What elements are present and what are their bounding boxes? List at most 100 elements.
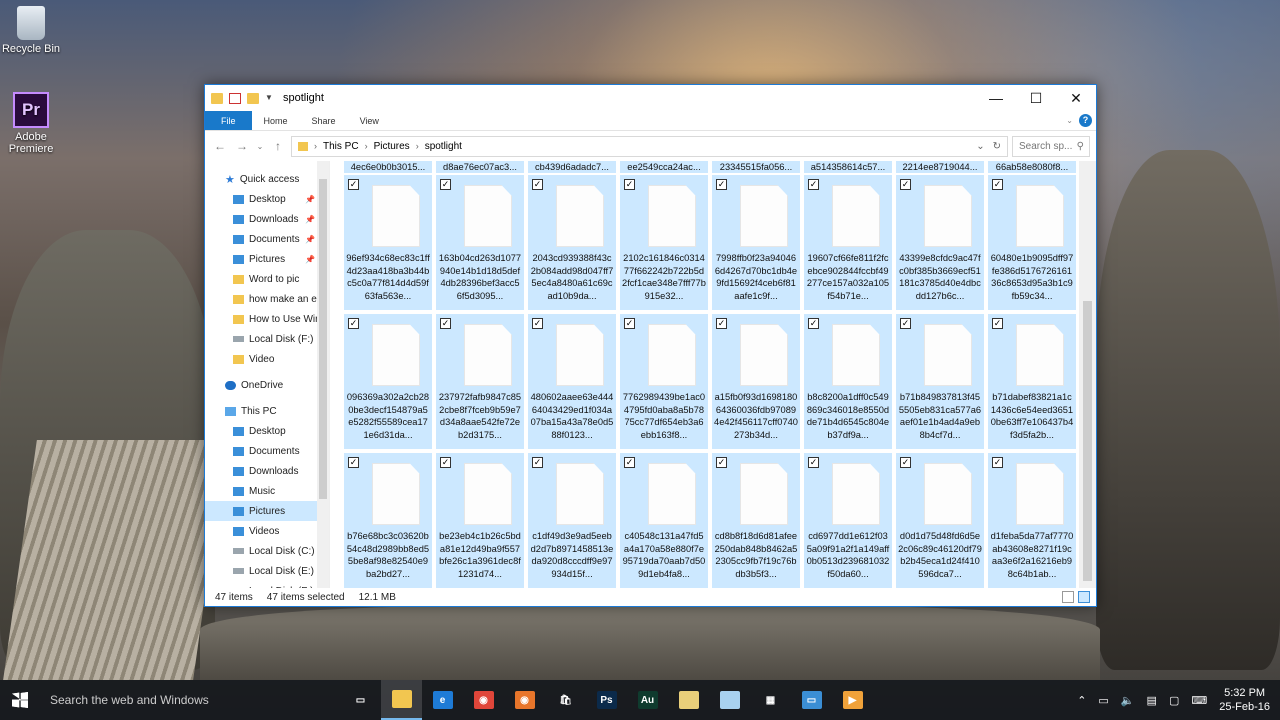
file-item[interactable]: ✓ 60480e1b9095dff97fe386d517672616136c865… — [988, 175, 1076, 310]
taskbar-chrome-button[interactable]: ◉ — [463, 680, 504, 720]
select-checkbox[interactable]: ✓ — [348, 318, 359, 329]
desktop-icon-recycle-bin[interactable]: Recycle Bin — [0, 6, 62, 55]
file-item[interactable]: ✓ 163b04cd263d1077940e14b1d18d5def4db2839… — [436, 175, 524, 310]
select-checkbox[interactable]: ✓ — [440, 457, 451, 468]
select-checkbox[interactable]: ✓ — [900, 457, 911, 468]
select-checkbox[interactable]: ✓ — [440, 318, 451, 329]
taskbar-photoshop-button[interactable]: Ps — [586, 680, 627, 720]
nav-this-pc[interactable]: This PC — [205, 401, 329, 421]
file-item[interactable]: ✓ b8c8200a1dff0c549869c346018e8550dde71b4… — [804, 314, 892, 449]
address-bar[interactable]: › This PC › Pictures › spotlight ⌄ ↻ — [291, 135, 1008, 157]
sidebar-item-local-disk-f[interactable]: Local Disk (F:) — [205, 329, 329, 349]
sidebar-item-how-make-an-ey[interactable]: how make an ey — [205, 289, 329, 309]
file-item[interactable]: ✓ 7762989439be1ac04795fd0aba8a5b7875cc77d… — [620, 314, 708, 449]
select-checkbox[interactable]: ✓ — [716, 179, 727, 190]
file-item[interactable]: ✓ d1feba5da77af7770ab43608e8271f19caa3e6f… — [988, 453, 1076, 588]
taskbar-calculator-button[interactable]: ▦ — [750, 680, 791, 720]
taskbar-media-player-button[interactable]: ▶ — [832, 680, 873, 720]
file-item[interactable]: ✓ c40548c131a47fd5a4a170a58e880f7e95719da… — [620, 453, 708, 588]
file-item[interactable]: ✓ b71b849837813f455505eb831ca577a6aef01e1… — [896, 314, 984, 449]
file-item[interactable]: ✓ b76e68bc3c03620b54c48d2989bb8ed55be8af9… — [344, 453, 432, 588]
file-item[interactable]: ✓ 2102c161846c031477f662242b722b5d2fcf1ca… — [620, 175, 708, 310]
start-button[interactable] — [0, 680, 40, 720]
sidebar-item-local-disk-e[interactable]: Local Disk (E:) — [205, 561, 329, 581]
file-item[interactable]: ✓ be23eb4c1b26c5bda81e12d49ba9f557bfe26c1… — [436, 453, 524, 588]
select-checkbox[interactable]: ✓ — [716, 457, 727, 468]
file-item[interactable]: ✓ 480602aaee63e44464043429ed1f034a07ba15a… — [528, 314, 616, 449]
address-dropdown-icon[interactable]: ⌄ — [976, 141, 984, 152]
select-checkbox[interactable]: ✓ — [808, 318, 819, 329]
show-hidden-icons[interactable]: ⌃ — [1077, 694, 1086, 707]
sidebar-item-how-to-use-wir[interactable]: How to Use Wir — [205, 309, 329, 329]
select-checkbox[interactable]: ✓ — [624, 318, 635, 329]
content-scroll-thumb[interactable] — [1083, 301, 1092, 581]
select-checkbox[interactable]: ✓ — [624, 457, 635, 468]
taskbar-store-button[interactable]: 🛍 — [545, 680, 586, 720]
file-item[interactable]: ✓ 96ef934c68ec83c1ff4d23aa418ba3b44bc5c0a… — [344, 175, 432, 310]
taskbar-notepad-button[interactable] — [709, 680, 750, 720]
sidebar-item-local-disk-c[interactable]: Local Disk (C:) — [205, 541, 329, 561]
close-button[interactable]: ✕ — [1056, 85, 1096, 111]
nav-scroll-thumb[interactable] — [319, 179, 327, 499]
title-bar[interactable]: ▼ spotlight — ☐ ✕ — [205, 85, 1096, 111]
volume-icon[interactable]: 🔈 — [1121, 694, 1135, 707]
sidebar-item-pictures[interactable]: Pictures — [205, 501, 329, 521]
network-icon[interactable]: ▤ — [1147, 694, 1157, 707]
forward-button[interactable]: → — [233, 139, 251, 153]
sidebar-item-music[interactable]: Music — [205, 481, 329, 501]
sidebar-item-desktop[interactable]: Desktop — [205, 421, 329, 441]
taskbar-file-explorer-button[interactable] — [381, 680, 422, 720]
select-checkbox[interactable]: ✓ — [992, 179, 1003, 190]
help-icon[interactable]: ? — [1079, 114, 1092, 127]
file-item[interactable]: 66ab58e8080f8... — [988, 161, 1076, 173]
file-item[interactable]: a514358614c57... — [804, 161, 892, 173]
sidebar-item-word-to-pic[interactable]: Word to pic — [205, 269, 329, 289]
breadcrumb-spotlight[interactable]: spotlight — [425, 141, 462, 152]
sidebar-item-videos[interactable]: Videos — [205, 521, 329, 541]
sidebar-item-video[interactable]: Video — [205, 349, 329, 369]
refresh-icon[interactable]: ↻ — [993, 141, 1001, 152]
nav-scrollbar[interactable] — [317, 161, 329, 588]
select-checkbox[interactable]: ✓ — [992, 318, 1003, 329]
tab-share[interactable]: Share — [300, 111, 348, 130]
select-checkbox[interactable]: ✓ — [348, 457, 359, 468]
breadcrumb-pictures[interactable]: Pictures — [374, 141, 410, 152]
details-view-icon[interactable] — [1062, 591, 1074, 603]
content-scrollbar[interactable] — [1079, 161, 1096, 588]
file-item[interactable]: ✓ 2043cd939388f43c2b084add98d047ff75ec4a8… — [528, 175, 616, 310]
select-checkbox[interactable]: ✓ — [532, 179, 543, 190]
keyboard-icon[interactable]: ⌨ — [1191, 694, 1207, 707]
file-item[interactable]: 4ec6e0b0b3015... — [344, 161, 432, 173]
taskbar-edge-button[interactable]: e — [422, 680, 463, 720]
file-item[interactable]: ✓ b71dabef83821a1c1436c6e54eed36510be63ff… — [988, 314, 1076, 449]
recent-locations-icon[interactable]: ⌄ — [255, 142, 265, 151]
nav-quick-access[interactable]: ★ Quick access — [205, 169, 329, 189]
sidebar-item-documents[interactable]: Documents 📌 — [205, 229, 329, 249]
chevron-down-icon[interactable]: ▼ — [265, 93, 273, 104]
select-checkbox[interactable]: ✓ — [992, 457, 1003, 468]
file-item[interactable]: ee2549cca24ac... — [620, 161, 708, 173]
sidebar-item-documents[interactable]: Documents — [205, 441, 329, 461]
select-checkbox[interactable]: ✓ — [348, 179, 359, 190]
up-button[interactable]: ↑ — [269, 139, 287, 153]
select-checkbox[interactable]: ✓ — [808, 457, 819, 468]
properties-icon[interactable] — [229, 92, 241, 104]
file-item[interactable]: ✓ cd8b8f18d6d81afee250dab848b8462a52305cc… — [712, 453, 800, 588]
select-checkbox[interactable]: ✓ — [900, 179, 911, 190]
large-icons-view-icon[interactable] — [1078, 591, 1090, 603]
file-item[interactable]: 2214ee8719044... — [896, 161, 984, 173]
select-checkbox[interactable]: ✓ — [808, 179, 819, 190]
taskbar-search[interactable]: Search the web and Windows — [40, 680, 340, 720]
desktop-icon-premiere[interactable]: Pr Adobe Premiere — [0, 92, 62, 155]
file-item[interactable]: 23345515fa056... — [712, 161, 800, 173]
taskbar-folder-button[interactable] — [668, 680, 709, 720]
expand-ribbon-icon[interactable]: ⌄ — [1066, 116, 1073, 125]
sidebar-item-downloads[interactable]: Downloads 📌 — [205, 209, 329, 229]
taskbar-audition-button[interactable]: Au — [627, 680, 668, 720]
tab-view[interactable]: View — [348, 111, 391, 130]
file-item[interactable]: ✓ 096369a302a2cb280be3decf154879a5e5282f5… — [344, 314, 432, 449]
file-item[interactable]: cb439d6adadc7... — [528, 161, 616, 173]
file-item[interactable]: ✓ 7998ffb0f23a940466d4267d70bc1db4e9fd156… — [712, 175, 800, 310]
file-item[interactable]: ✓ cd6977dd1e612f035a09f91a2f1a149aff0b051… — [804, 453, 892, 588]
new-folder-icon[interactable] — [247, 92, 259, 104]
